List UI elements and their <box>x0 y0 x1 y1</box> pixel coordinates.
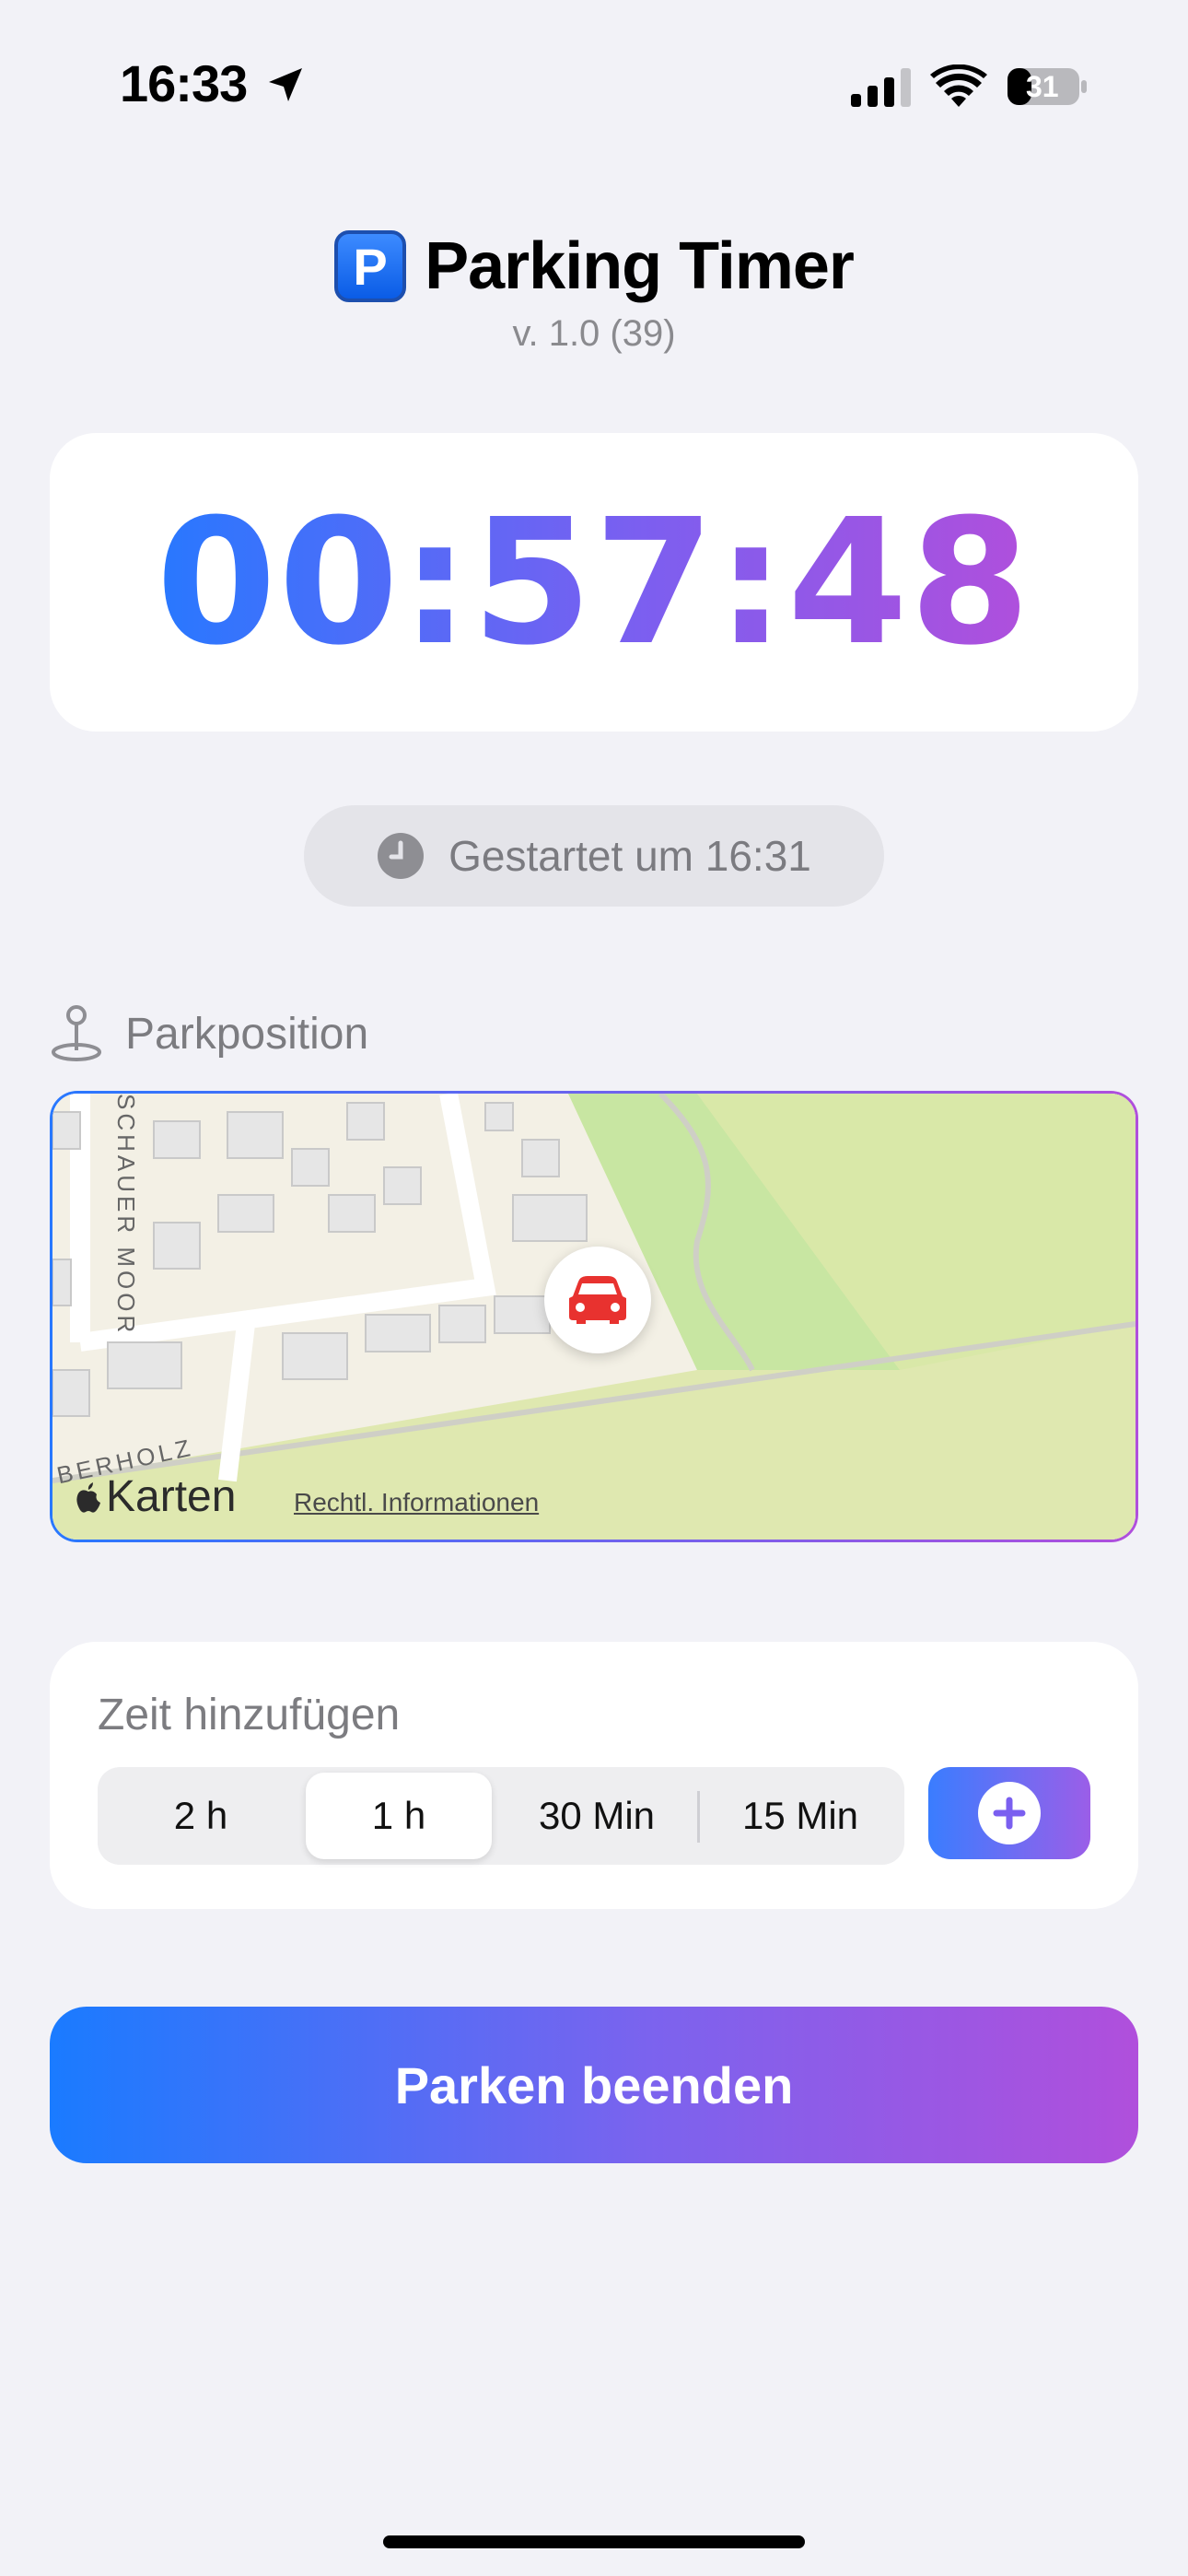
add-time-title: Zeit hinzufügen <box>98 1691 401 1739</box>
parking-badge-icon: P <box>334 230 407 302</box>
park-position-header: Parkposition <box>50 1004 368 1063</box>
segment-2h[interactable]: 2 h <box>103 1773 298 1859</box>
segment-1h[interactable]: 1 h <box>306 1773 492 1859</box>
maps-provider-label: Karten <box>106 1472 237 1521</box>
plus-icon <box>978 1782 1041 1844</box>
segment-15min[interactable]: 15 Min <box>702 1773 899 1859</box>
cellular-signal-icon <box>851 68 911 107</box>
add-time-card: Zeit hinzufügen 2 h 1 h 30 Min 15 Min <box>50 1642 1138 1909</box>
timer-card: 00:57:48 <box>50 433 1138 732</box>
end-parking-button[interactable]: Parken beenden <box>50 2007 1138 2163</box>
home-indicator[interactable] <box>383 2535 805 2548</box>
battery-icon: 31 <box>1006 64 1089 109</box>
app-title: Parking Timer <box>425 229 855 303</box>
park-position-label: Parkposition <box>125 1009 369 1059</box>
status-time: 16:33 <box>120 54 248 112</box>
car-marker[interactable] <box>544 1247 651 1353</box>
segment-divider <box>697 1791 700 1843</box>
started-text: Gestartet um 16:31 <box>448 832 811 880</box>
segment-30min[interactable]: 30 Min <box>499 1773 694 1859</box>
started-badge: Gestartet um 16:31 <box>304 805 884 907</box>
elapsed-timer: 00:57:48 <box>156 481 1032 684</box>
clock-icon <box>378 833 425 879</box>
map-pin-icon <box>52 1005 101 1061</box>
location-arrow-icon <box>269 68 302 101</box>
app-version: v. 1.0 (39) <box>512 313 676 354</box>
parking-map[interactable]: SCHAUER MOOR BERHOLZ Karten Rechtl. Info… <box>50 1091 1138 1542</box>
car-icon <box>569 1276 626 1324</box>
wifi-icon <box>930 64 987 107</box>
app-header: P Parking Timer <box>0 228 1188 304</box>
add-time-button[interactable] <box>928 1767 1090 1859</box>
time-segmented-control: 2 h 1 h 30 Min 15 Min <box>98 1767 904 1865</box>
apple-logo-icon <box>76 1481 100 1513</box>
maps-logo: Karten <box>75 1471 236 1522</box>
battery-level: 31 <box>1026 70 1059 103</box>
legal-info-link[interactable]: Rechtl. Informationen <box>294 1488 539 1517</box>
street-label: SCHAUER MOOR <box>112 1094 140 1337</box>
